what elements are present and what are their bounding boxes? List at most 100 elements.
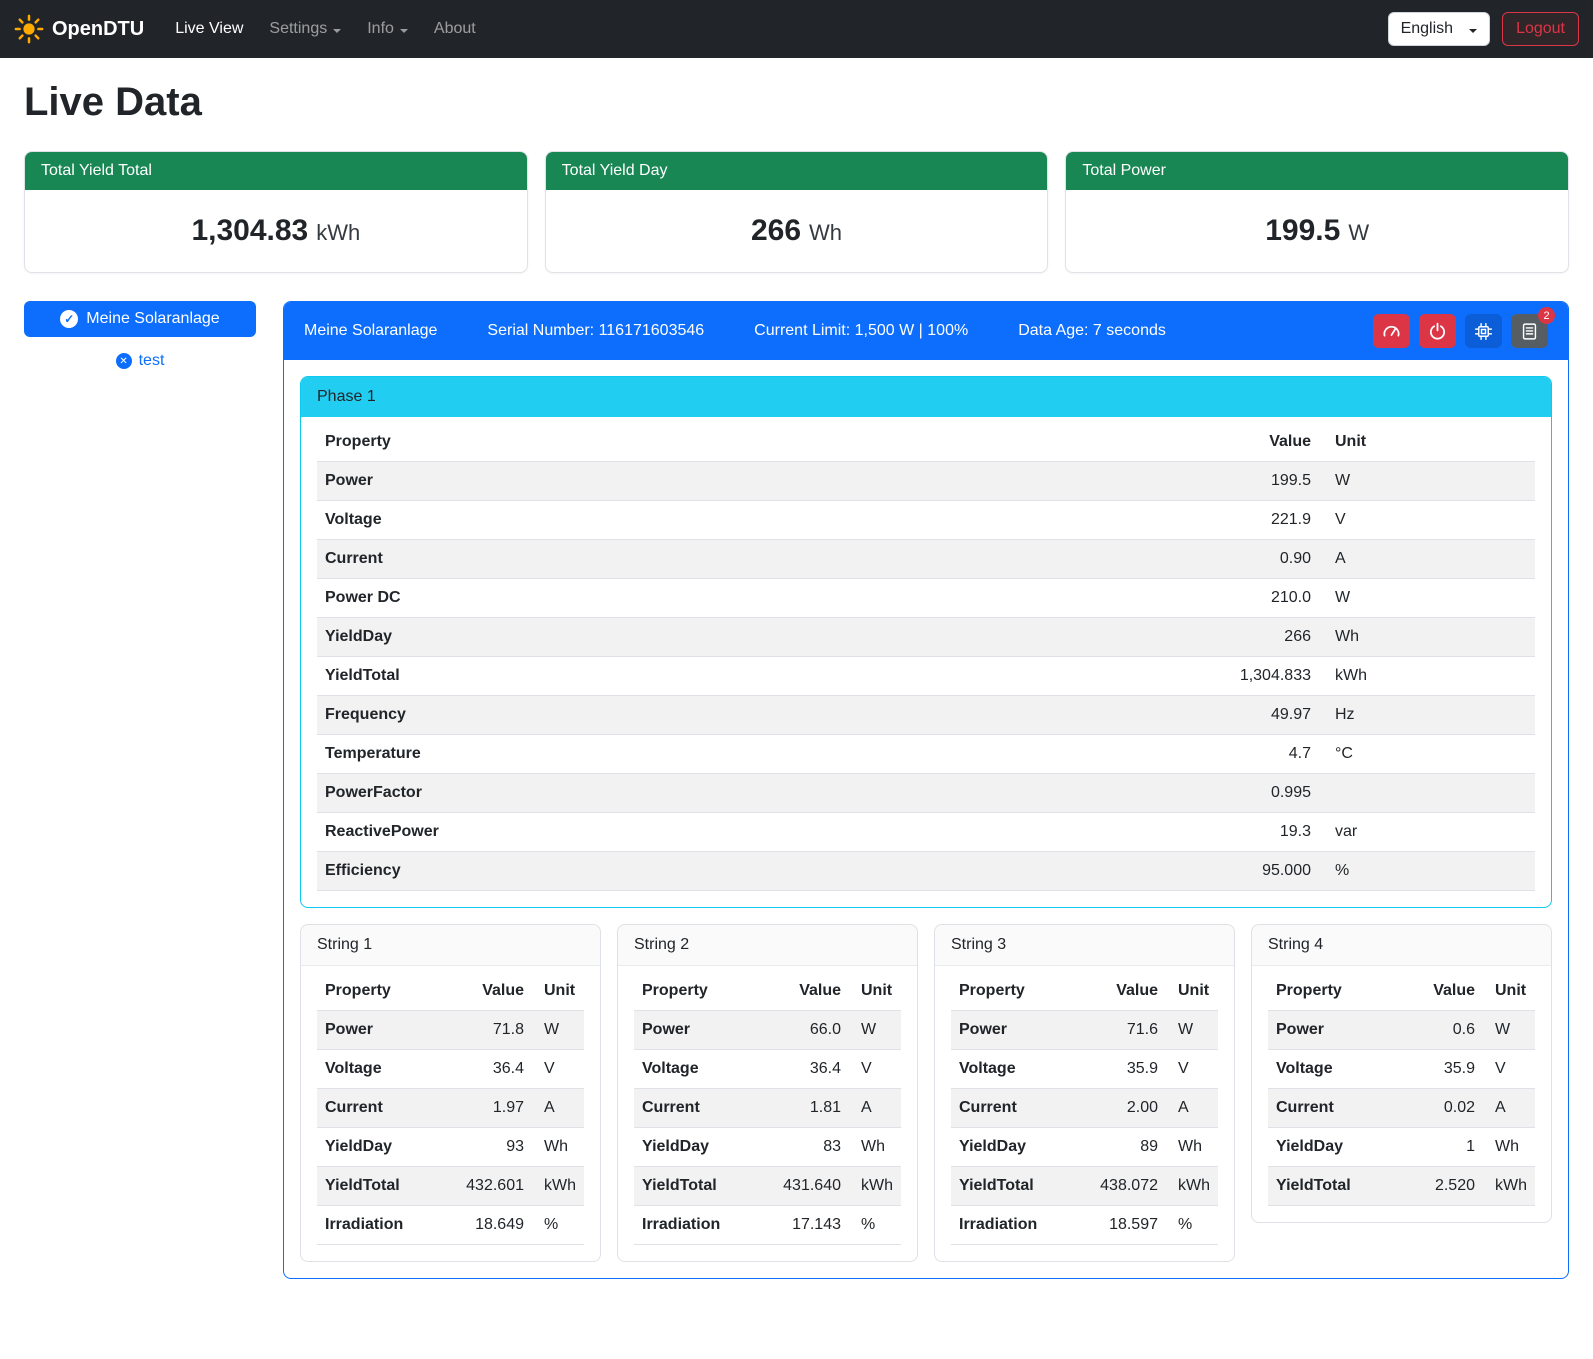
row-value: 221.9 [1179,501,1319,540]
event-log-button[interactable]: 2 [1511,314,1548,348]
table-row: Temperature4.7°C [317,735,1535,774]
phase-title: Phase 1 [301,377,1551,417]
table-row: Current0.02A [1268,1089,1535,1128]
power-button[interactable] [1419,314,1456,348]
row-property: YieldDay [317,1128,448,1167]
col-value: Value [448,972,532,1011]
nav-item-info-label: Info [367,20,394,38]
string-4-table: Property Value Unit Power0.6WVoltage35.9… [1268,972,1535,1206]
card-value-row: 199.5W [1066,190,1568,272]
row-value: 1,304.833 [1179,657,1319,696]
row-property: Voltage [634,1050,765,1089]
nav-item-settings[interactable]: Settings [256,12,354,46]
row-value: 93 [448,1128,532,1167]
cpu-chip-icon [1474,322,1493,341]
string-title: String 3 [935,925,1234,966]
inverter-panel-body: Phase 1 Property Value Unit Power199.5WV… [284,360,1568,1278]
language-select[interactable]: English [1388,12,1490,46]
table-row: YieldTotal431.640kWh [634,1167,901,1206]
table-row: Current1.81A [634,1089,901,1128]
table-row: ReactivePower19.3var [317,813,1535,852]
logout-button[interactable]: Logout [1502,12,1579,46]
row-property: Power DC [317,579,1179,618]
table-row: Power66.0W [634,1011,901,1050]
row-unit: A [849,1089,901,1128]
row-unit: W [532,1011,584,1050]
nav-item-about[interactable]: About [421,12,489,46]
card-value-row: 266Wh [546,190,1048,272]
table-row: Voltage35.9V [1268,1050,1535,1089]
table-row: Power0.6W [1268,1011,1535,1050]
row-unit: % [1166,1206,1218,1245]
row-property: YieldTotal [317,657,1179,696]
string-3-card: String 3 Property Value Unit [934,924,1235,1262]
row-property: ReactivePower [317,813,1179,852]
string-title: String 2 [618,925,917,966]
nav-item-live-view[interactable]: Live View [162,12,256,46]
row-value: 35.9 [1399,1050,1483,1089]
row-property: Irradiation [634,1206,765,1245]
string-body: Property Value Unit Power71.8WVoltage36.… [301,966,600,1261]
table-row: Irradiation18.597% [951,1206,1218,1245]
row-unit: % [1319,852,1535,891]
row-value: 0.995 [1179,774,1319,813]
string-1-table: Property Value Unit Power71.8WVoltage36.… [317,972,584,1245]
row-property: Irradiation [951,1206,1082,1245]
col-property: Property [1268,972,1399,1011]
col-property: Property [317,423,1179,462]
limit-settings-button[interactable] [1373,314,1410,348]
table-row: Voltage36.4V [317,1050,584,1089]
string-3-table: Property Value Unit Power71.6WVoltage35.… [951,972,1218,1245]
table-row: Irradiation18.649% [317,1206,584,1245]
row-value: 17.143 [765,1206,849,1245]
row-value: 18.649 [448,1206,532,1245]
row-property: YieldDay [951,1128,1082,1167]
table-row: Voltage221.9V [317,501,1535,540]
row-property: Efficiency [317,852,1179,891]
inverter-select-button[interactable]: ✓ Meine Solaranlage [24,301,256,337]
total-yield-day-card: Total Yield Day 266Wh [545,151,1049,273]
chevron-down-icon [1469,29,1477,33]
row-unit: Hz [1319,696,1535,735]
row-unit: V [1166,1050,1218,1089]
row-value: 18.597 [1082,1206,1166,1245]
row-property: Power [634,1011,765,1050]
brand[interactable]: OpenDTU [14,14,144,44]
row-value: 266 [1179,618,1319,657]
row-value: 66.0 [765,1011,849,1050]
test-inverter-link[interactable]: ✕ test [24,352,256,370]
string-2-card: String 2 Property Value Unit [617,924,918,1262]
row-value: 199.5 [1179,462,1319,501]
row-property: Current [317,540,1179,579]
inverter-sidebar: ✓ Meine Solaranlage ✕ test [24,301,256,370]
table-row: YieldTotal432.601kWh [317,1167,584,1206]
table-row: YieldDay266Wh [317,618,1535,657]
row-value: 0.02 [1399,1089,1483,1128]
row-value: 89 [1082,1128,1166,1167]
string-body: Property Value Unit Power0.6WVoltage35.9… [1252,966,1551,1222]
row-property: YieldTotal [1268,1167,1399,1206]
row-unit: A [532,1089,584,1128]
table-row: Power71.6W [951,1011,1218,1050]
inverter-name: Meine Solaranlage [304,322,437,340]
row-unit: A [1483,1089,1535,1128]
table-row: Current0.90A [317,540,1535,579]
table-row: YieldTotal438.072kWh [951,1167,1218,1206]
col-unit: Unit [1166,972,1218,1011]
row-value: 71.6 [1082,1011,1166,1050]
row-value: 4.7 [1179,735,1319,774]
row-unit: % [532,1206,584,1245]
row-property: Irradiation [317,1206,448,1245]
row-unit: W [849,1011,901,1050]
row-property: PowerFactor [317,774,1179,813]
nav-links: Live View Settings Info About [162,12,489,46]
row-unit: Wh [1483,1128,1535,1167]
col-property: Property [317,972,448,1011]
device-info-button[interactable] [1465,314,1502,348]
inverter-panel-header: Meine Solaranlage Serial Number: 1161716… [284,302,1568,360]
nav-item-info[interactable]: Info [354,12,421,46]
table-header-row: Property Value Unit [634,972,901,1011]
row-unit: W [1166,1011,1218,1050]
row-unit: var [1319,813,1535,852]
row-property: YieldTotal [634,1167,765,1206]
